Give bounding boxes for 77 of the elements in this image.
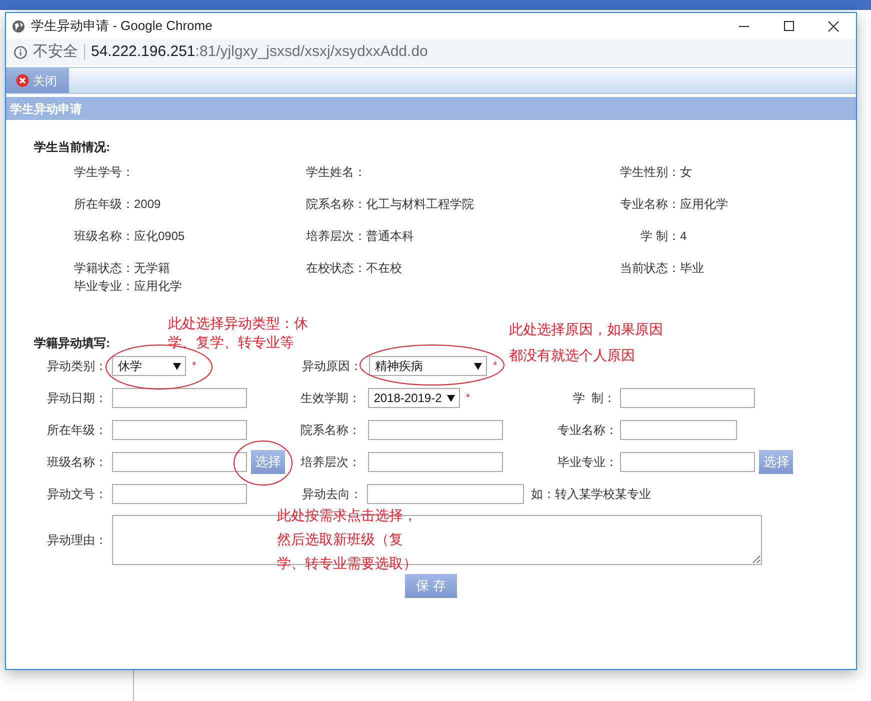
field-label: 学生姓名： <box>306 164 366 181</box>
required-mark: * <box>192 358 196 374</box>
field-label: 毕业专业： <box>557 454 616 471</box>
dropdown-arrow-icon <box>446 394 455 402</box>
field-value: 毕业 <box>680 260 704 277</box>
maximize-icon <box>784 21 794 31</box>
field-value: 应化0905 <box>134 228 185 245</box>
field-label: 学生学号： <box>74 164 134 181</box>
dropdown[interactable]: 休学 <box>112 356 186 376</box>
panel-title: 学生异动申请 <box>6 97 856 120</box>
input-field[interactable] <box>112 388 247 408</box>
field-value: 化工与材料工程学院 <box>366 196 474 213</box>
hint-text: 如：转入某学校某专业 <box>531 486 651 503</box>
field-value: 普通本科 <box>366 228 414 245</box>
field-value: 应用化学 <box>680 196 728 213</box>
field-value: 无学籍 <box>134 260 170 277</box>
required-mark: * <box>493 358 498 374</box>
field-value: 应用化学 <box>134 278 182 295</box>
field-value: 不在校 <box>366 260 402 277</box>
security-label: 不安全 <box>33 42 78 62</box>
dropdown[interactable]: 2018-2019-2 <box>368 388 460 408</box>
section-heading: 学籍异动填写: <box>34 335 110 350</box>
field-label: 异动原因： <box>302 358 363 375</box>
field-label: 异动去向： <box>302 486 362 503</box>
input-field[interactable] <box>112 484 247 504</box>
input-field[interactable] <box>368 452 503 472</box>
field-label: 院系名称： <box>306 196 366 213</box>
window-title: 学生异动申请 - Google Chrome <box>31 17 212 36</box>
input-field[interactable] <box>112 452 247 472</box>
field-label: 在校状态： <box>306 260 366 277</box>
annotation-text: 然后选取新班级（复 <box>277 530 403 549</box>
field-label: 当前状态： <box>619 260 680 277</box>
annotation-ellipse <box>233 440 293 486</box>
required-mark: * <box>466 390 470 406</box>
field-label: 班级名称： <box>74 228 134 245</box>
field-value: 女 <box>680 164 692 181</box>
dropdown[interactable]: 精神疾病 <box>369 356 487 376</box>
field-label: 毕业专业： <box>74 278 134 295</box>
input-field[interactable] <box>620 452 756 472</box>
field-label: 专业名称： <box>557 422 616 439</box>
field-label: 学籍状态： <box>74 260 134 277</box>
field-label: 异动日期： <box>46 390 107 407</box>
annotation-text: 都没有就选个人原因 <box>509 346 635 365</box>
field-label: 所在年级： <box>74 196 134 213</box>
input-field[interactable] <box>368 420 503 440</box>
info-icon <box>14 46 27 58</box>
field-label: 专业名称： <box>619 196 680 213</box>
field-label: 异动文号： <box>46 486 107 503</box>
input-field[interactable] <box>367 484 524 504</box>
field-value: 2009 <box>134 196 161 213</box>
field-label: 学生性别： <box>619 164 680 181</box>
dropdown-arrow-icon <box>474 362 482 370</box>
field-label: 院系名称： <box>300 422 362 439</box>
field-label: 生效学期： <box>300 390 362 407</box>
field-label: 异动理由： <box>46 532 107 549</box>
field-label: 学 制： <box>572 390 616 407</box>
field-label: 培养层次： <box>306 228 366 245</box>
close-icon <box>16 74 29 87</box>
close-icon <box>828 20 839 32</box>
field-label: 所在年级： <box>46 422 107 439</box>
annotation-text: 学、转专业需要选取） <box>277 554 417 573</box>
annotation-text: 此处选择异动类型：休 <box>168 314 308 333</box>
field-value: 4 <box>680 228 687 245</box>
field-label: 异动类别： <box>46 358 107 375</box>
globe-icon <box>12 20 25 32</box>
dropdown-arrow-icon <box>173 362 181 370</box>
section-heading: 学生当前情况: <box>34 139 110 156</box>
input-field[interactable] <box>620 420 738 440</box>
field-label: 班级名称： <box>46 454 107 471</box>
annotation-text: 此处按需求点击选择， <box>277 506 417 525</box>
address-bar[interactable]: 不安全 54.222.196.251:81/yjlgxy_jsxsd/xsxj/xsydxxAdd.do <box>6 39 856 65</box>
field-label: 学 制： <box>640 228 680 245</box>
annotation-text: 此处选择原因，如果原因 <box>509 320 663 339</box>
input-field[interactable] <box>112 420 247 440</box>
field-label: 培养层次： <box>300 454 362 471</box>
input-field[interactable] <box>620 388 756 408</box>
url-text: 54.222.196.251:81/yjlgxy_jsxsd/xsxj/xsydxxAdd.do <box>91 42 428 62</box>
